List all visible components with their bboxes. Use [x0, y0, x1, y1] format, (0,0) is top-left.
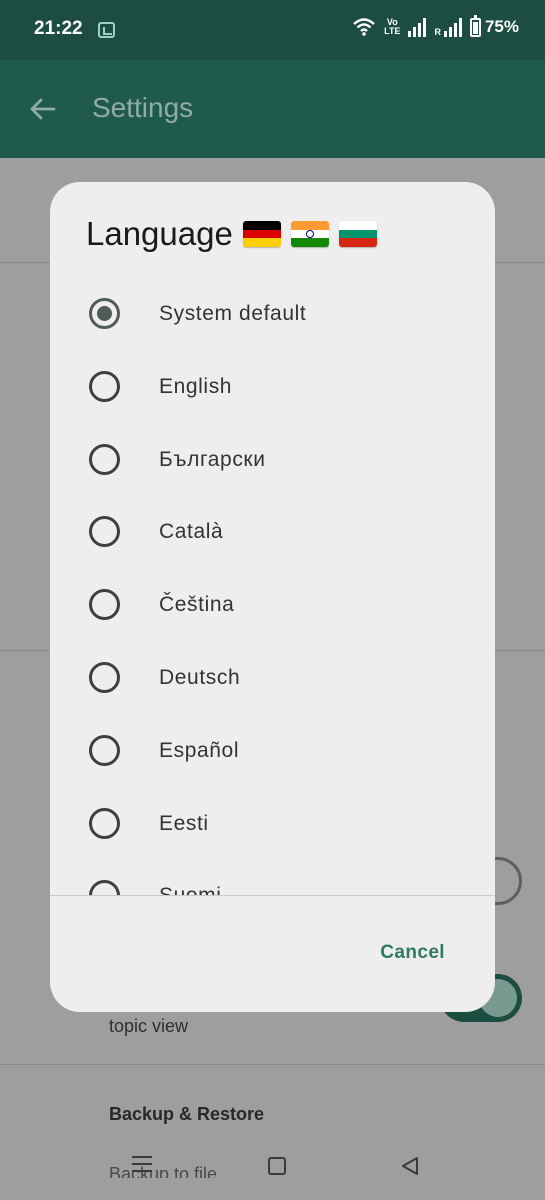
- radio-button[interactable]: [89, 370, 120, 402]
- radio-button[interactable]: [89, 516, 120, 548]
- language-option[interactable]: Deutsch: [50, 641, 495, 714]
- language-option-label: Deutsch: [159, 665, 241, 689]
- radio-button[interactable]: [89, 807, 120, 839]
- language-option-label: Eesti: [159, 811, 209, 835]
- backup-restore-header: Backup & Restore: [109, 1104, 265, 1124]
- language-option[interactable]: System default: [50, 277, 495, 350]
- recents-icon[interactable]: [132, 1156, 152, 1174]
- signal-sim2-icon: [443, 17, 462, 37]
- battery-icon: [469, 14, 481, 37]
- status-bar: 21:22 Vo LTE R 75%: [0, 0, 545, 60]
- language-option-label: Suomi: [159, 884, 222, 895]
- flag-bulgaria-icon: [338, 221, 377, 247]
- home-icon[interactable]: [268, 1157, 286, 1175]
- flag-germany-icon: [242, 221, 281, 247]
- dialog-divider: [50, 895, 495, 896]
- language-option-label: English: [159, 374, 233, 398]
- app-bar: Settings: [0, 60, 545, 158]
- back-arrow-icon[interactable]: [28, 94, 58, 124]
- volte-bottom-label: LTE: [384, 26, 401, 36]
- wifi-icon: [353, 18, 375, 36]
- status-icons: Vo LTE R 75%: [352, 14, 519, 37]
- battery-percent: 75%: [484, 17, 519, 36]
- language-option[interactable]: Català: [50, 495, 495, 568]
- cancel-button[interactable]: Cancel: [380, 942, 445, 964]
- topic-view-label: topic view: [109, 1016, 189, 1036]
- flags: [242, 221, 377, 247]
- language-option-label: Català: [159, 520, 224, 544]
- radio-button[interactable]: [89, 589, 120, 621]
- dialog-header: Language: [86, 212, 377, 256]
- volte-icon: Vo LTE: [384, 18, 400, 36]
- language-option[interactable]: Čeština: [50, 568, 495, 641]
- language-option[interactable]: Suomi: [50, 859, 495, 895]
- language-option[interactable]: Español: [50, 714, 495, 787]
- flag-india-icon: [290, 221, 329, 247]
- page-title: Settings: [92, 92, 194, 123]
- language-option-label: Čeština: [159, 593, 235, 617]
- language-option-label: Български: [159, 447, 266, 471]
- divider: [0, 1064, 545, 1065]
- radio-button[interactable]: [89, 661, 120, 693]
- radio-button[interactable]: [89, 734, 120, 766]
- nav-back-icon[interactable]: [400, 1156, 420, 1176]
- language-dialog: Language System default English Българск…: [50, 182, 495, 1012]
- radio-button[interactable]: [89, 443, 120, 475]
- language-option[interactable]: English: [50, 350, 495, 423]
- language-option[interactable]: Eesti: [50, 787, 495, 860]
- radio-button[interactable]: [89, 880, 120, 895]
- language-options-list[interactable]: System default English Български Català …: [50, 277, 495, 895]
- language-option-label: Español: [159, 738, 240, 762]
- radio-button-selected[interactable]: [89, 298, 120, 329]
- status-time: 21:22: [34, 18, 83, 39]
- signal-icon: [408, 17, 427, 37]
- screenshot-notification-icon: [98, 22, 115, 38]
- dialog-title: Language: [86, 215, 233, 252]
- backup-to-file-label: Backup to file: [109, 1164, 218, 1178]
- language-option-label: System default: [159, 302, 307, 325]
- language-option[interactable]: Български: [50, 423, 495, 496]
- roaming-label: R: [434, 27, 441, 37]
